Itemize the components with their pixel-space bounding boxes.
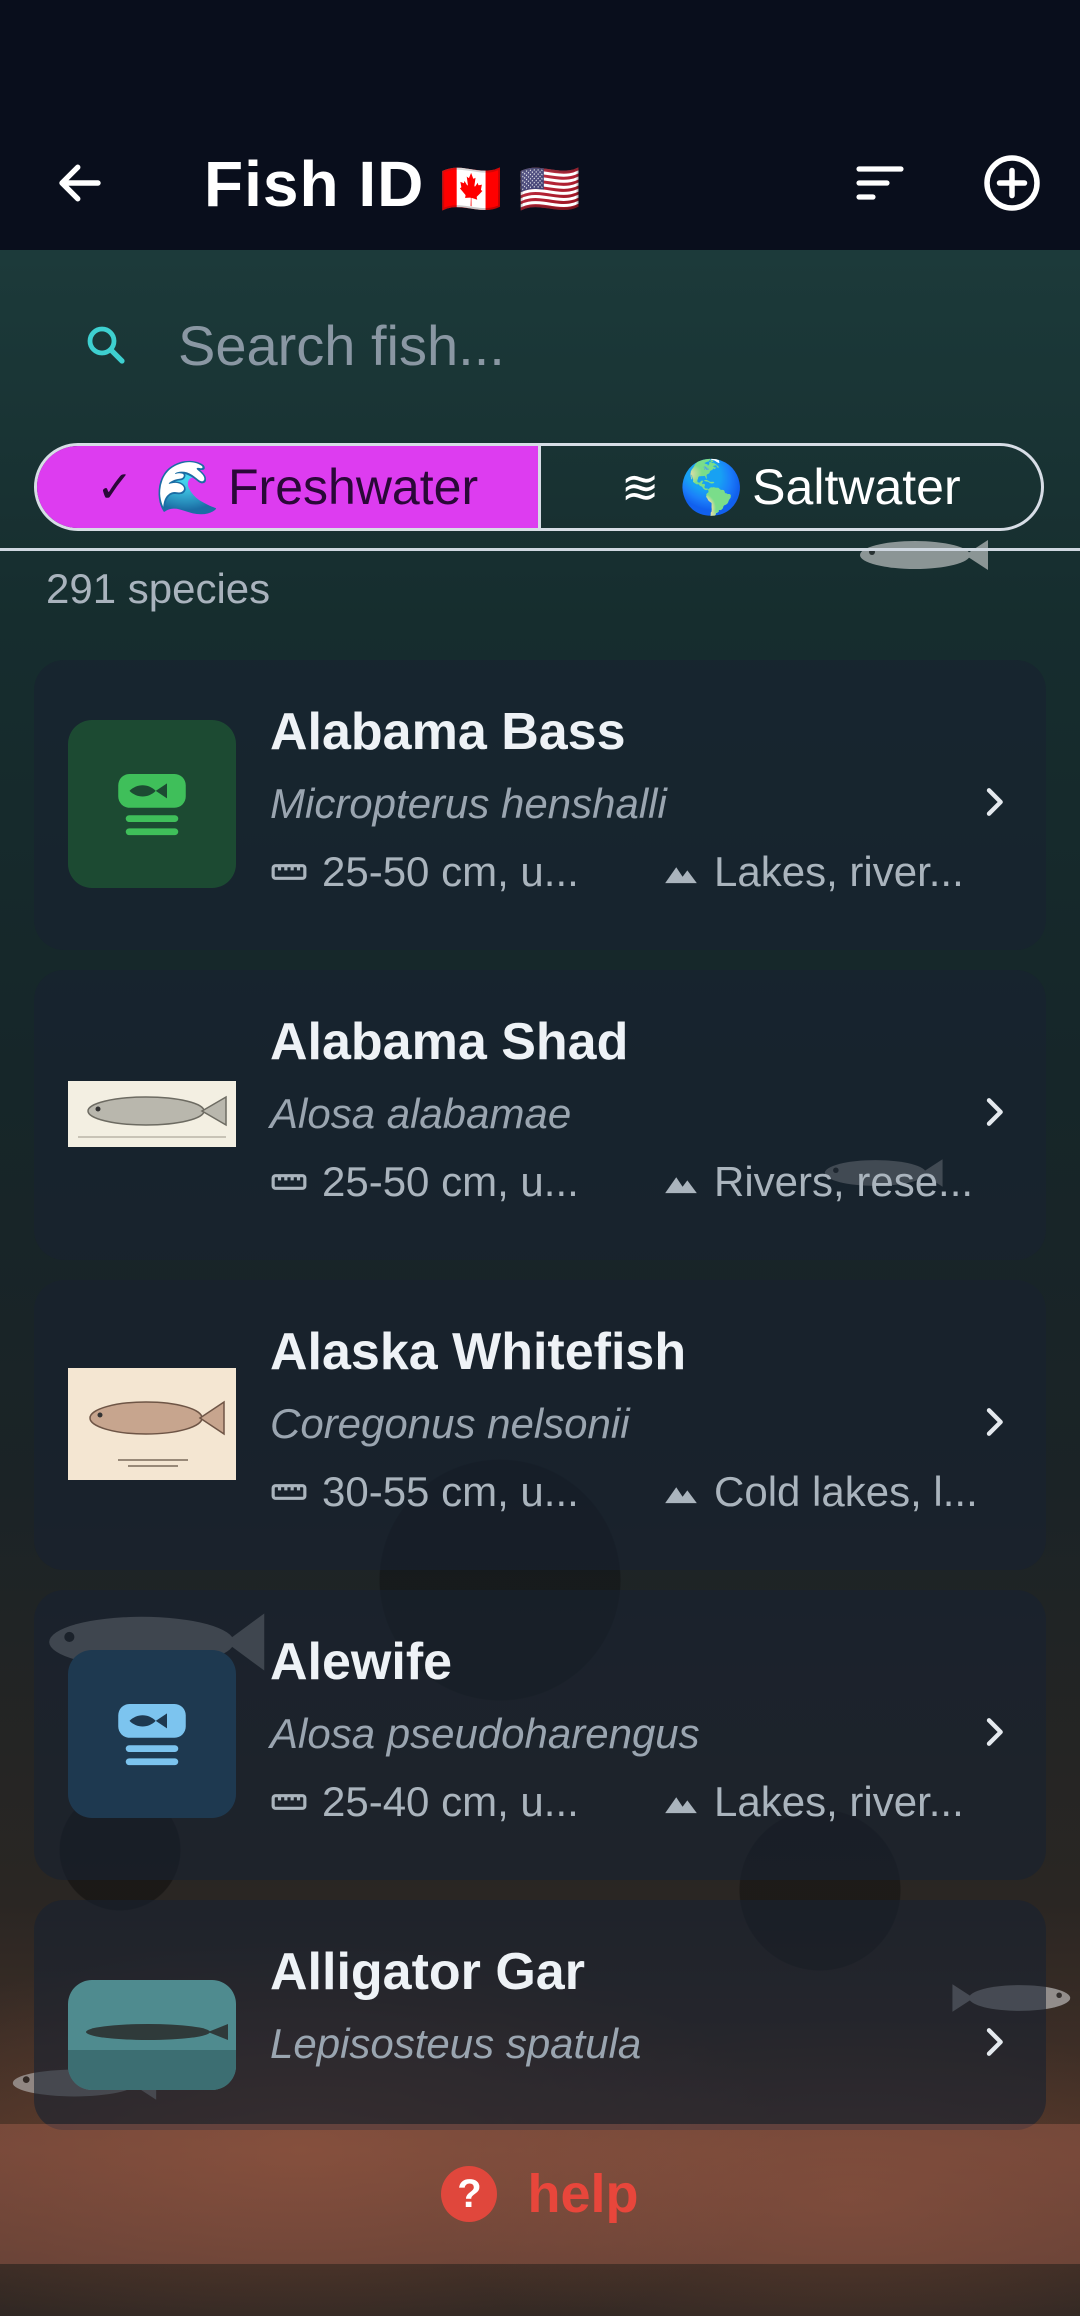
fish-name: Alabama Bass (270, 703, 626, 761)
chevron-right-icon (964, 1082, 1024, 1142)
fish-name: Alaska Whitefish (270, 1323, 687, 1381)
arrow-left-icon (59, 164, 101, 202)
search-input[interactable] (176, 311, 1044, 379)
fish-habitat: Rivers, rese... (714, 1158, 974, 1205)
terrain-icon (662, 1473, 700, 1511)
fish-card[interactable]: Alabama Bass Micropterus henshalli 25-50… (34, 660, 1046, 950)
sort-icon (856, 166, 904, 200)
plus-circle-icon (984, 155, 1040, 211)
fish-scientific-name: Alosa pseudoharengus (270, 1710, 700, 1757)
chevron-right-icon (964, 2012, 1024, 2072)
chevron-right-icon (964, 1702, 1024, 1762)
freshwater-label: Freshwater (228, 459, 479, 515)
app-title: Fish ID (204, 148, 425, 220)
status-bar (0, 0, 1080, 120)
divider (0, 548, 1080, 551)
chevron-right-icon (964, 1392, 1024, 1452)
ruler-icon (270, 1473, 308, 1511)
fish-habitat: Lakes, river... (714, 848, 964, 895)
fish-thumbnail (68, 1340, 236, 1508)
ruler-icon (270, 1783, 308, 1821)
fish-meta: 25-40 cm, u... Lakes, river... (270, 1778, 984, 1826)
fish-icon (118, 1704, 186, 1766)
globe-icon: 🌎 (679, 458, 745, 517)
ruler-icon (270, 853, 308, 891)
terrain-icon (662, 1163, 700, 1201)
saltwater-filter-button[interactable]: ≋ 🌎 Saltwater (541, 446, 1042, 528)
fish-card[interactable]: Alabama Shad Alosa alabamae 25-50 cm, u.… (34, 970, 1046, 1260)
fish-size: 25-50 cm, u... (322, 1158, 579, 1205)
app-bar: Fish ID 🇨🇦 🇺🇸 (0, 120, 1080, 250)
fish-scientific-name: Coregonus nelsonii (270, 1400, 630, 1447)
fish-name: Alewife (270, 1633, 453, 1691)
fish-habitat: Lakes, river... (714, 1778, 964, 1825)
fish-thumbnail (68, 1650, 236, 1818)
fish-card[interactable]: Alewife Alosa pseudoharengus 25-40 cm, u… (34, 1590, 1046, 1880)
help-button[interactable]: ? help (0, 2124, 1080, 2264)
wave-icon: 🌊 (155, 458, 221, 517)
fish-illustration (68, 1368, 236, 1480)
back-button[interactable] (40, 143, 120, 223)
fish-scientific-name: Micropterus henshalli (270, 780, 667, 827)
fish-habitat: Cold lakes, l... (714, 1468, 978, 1515)
terrain-icon (662, 1783, 700, 1821)
species-count: 291 species (46, 565, 271, 612)
help-label: help (527, 2164, 639, 2224)
fish-photo (68, 1980, 236, 2090)
fish-name: Alabama Shad (270, 1013, 629, 1071)
fish-size: 25-40 cm, u... (322, 1778, 579, 1825)
fish-meta: 25-50 cm, u... Rivers, rese... (270, 1158, 984, 1206)
search-icon (76, 315, 136, 375)
page-title: Fish ID 🇨🇦 🇺🇸 (204, 136, 582, 237)
sort-button[interactable] (840, 143, 920, 223)
fish-thumbnail (68, 720, 236, 888)
ruler-icon (270, 1163, 308, 1201)
fish-meta: 25-50 cm, u... Lakes, river... (270, 848, 984, 896)
fish-name: Alligator Gar (270, 1943, 585, 2001)
fish-size: 30-55 cm, u... (322, 1468, 579, 1515)
fish-icon (118, 774, 186, 836)
country-flags: 🇨🇦 🇺🇸 (440, 161, 582, 217)
add-button[interactable] (972, 143, 1052, 223)
saltwater-label: Saltwater (752, 459, 961, 515)
fish-meta: 30-55 cm, u... Cold lakes, l... (270, 1468, 984, 1516)
freshwater-filter-button[interactable]: ✓ 🌊 Freshwater (37, 446, 541, 528)
fish-thumbnail (68, 1980, 236, 2090)
chevron-right-icon (964, 772, 1024, 832)
terrain-icon (662, 853, 700, 891)
help-icon: ? (441, 2166, 498, 2222)
search-bar[interactable] (36, 290, 1044, 400)
fish-size: 25-50 cm, u... (322, 848, 579, 895)
check-icon: ✓ (96, 462, 134, 512)
decorative-fish-icon (860, 540, 988, 570)
water-type-toggle: ✓ 🌊 Freshwater ≋ 🌎 Saltwater (34, 443, 1044, 531)
waves-icon: ≋ (620, 461, 660, 513)
fish-scientific-name: Lepisosteus spatula (270, 2020, 642, 2067)
fish-illustration (68, 1081, 236, 1147)
fish-card[interactable]: Alaska Whitefish Coregonus nelsonii 30-5… (34, 1280, 1046, 1570)
fish-scientific-name: Alosa alabamae (270, 1090, 572, 1137)
fish-card[interactable]: Alligator Gar Lepisosteus spatula (34, 1900, 1046, 2130)
fish-thumbnail (68, 1030, 236, 1198)
